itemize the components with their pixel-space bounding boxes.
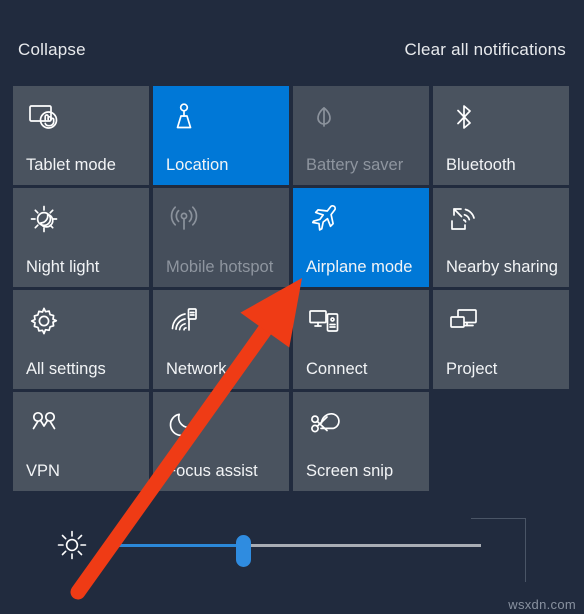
quick-action-tile-label: Mobile hotspot	[166, 258, 274, 276]
quick-action-tile-label: Connect	[306, 360, 368, 378]
action-center-header: Collapse Clear all notifications	[0, 30, 584, 70]
quick-action-tile-screen-snip[interactable]: Screen snip	[293, 392, 429, 491]
project-icon	[447, 304, 481, 338]
quick-actions-grid: Tablet mode Location Battery saver Bluetoot…	[13, 86, 571, 491]
quick-action-tile-vpn[interactable]: VPN	[13, 392, 149, 491]
brightness-slider[interactable]	[103, 533, 481, 567]
quick-action-tile-label: Bluetooth	[446, 156, 516, 174]
quick-action-tile-label: Project	[446, 360, 498, 378]
gear-icon	[27, 304, 61, 338]
quick-action-tile-label: All settings	[26, 360, 106, 378]
mobile-hotspot-icon	[167, 202, 201, 236]
quick-action-tile-label: Night light	[26, 258, 100, 276]
watermark: wsxdn.com	[508, 597, 576, 612]
airplane-mode-icon	[307, 202, 341, 236]
quick-action-tile-label: Airplane mode	[306, 258, 413, 276]
quick-action-tile-bluetooth[interactable]: Bluetooth	[433, 86, 569, 185]
screen-snip-icon	[307, 406, 341, 440]
quick-action-tile-network[interactable]: Network	[153, 290, 289, 389]
quick-action-tile-label: Battery saver	[306, 156, 404, 174]
vpn-icon	[27, 406, 61, 440]
quick-action-tile-connect[interactable]: Connect	[293, 290, 429, 389]
quick-action-tile-label: Focus assist	[166, 462, 258, 480]
night-light-icon	[27, 202, 61, 236]
quick-action-tile-nearby-sharing[interactable]: Nearby sharing	[433, 188, 569, 287]
brightness-control	[13, 515, 571, 575]
quick-action-tile-airplane-mode[interactable]: Airplane mode	[293, 188, 429, 287]
quick-action-tile-mobile-hotspot[interactable]: Mobile hotspot	[153, 188, 289, 287]
network-wifi-icon	[167, 304, 201, 338]
quick-action-tile-location[interactable]: Location	[153, 86, 289, 185]
quick-action-tile-label: VPN	[26, 462, 60, 480]
location-icon	[167, 100, 201, 134]
quick-action-tile-focus-assist[interactable]: Focus assist	[153, 392, 289, 491]
quick-action-tile-label: Network	[166, 360, 227, 378]
slider-thumb[interactable]	[235, 535, 251, 567]
nearby-sharing-icon	[447, 202, 481, 236]
clear-all-notifications-button[interactable]: Clear all notifications	[405, 40, 566, 60]
bluetooth-icon	[447, 100, 481, 134]
quick-action-tile-label: Location	[166, 156, 229, 174]
quick-action-tile-tablet-mode[interactable]: Tablet mode	[13, 86, 149, 185]
collapse-button[interactable]: Collapse	[18, 40, 86, 60]
focus-assist-icon	[167, 406, 201, 440]
quick-action-tile-label: Screen snip	[306, 462, 394, 480]
slider-fill	[103, 544, 243, 547]
quick-action-tile-night-light[interactable]: Night light	[13, 188, 149, 287]
brightness-sun-icon	[55, 528, 89, 562]
battery-saver-icon	[307, 100, 341, 134]
quick-action-tile-label: Tablet mode	[26, 156, 116, 174]
quick-action-tile-battery-saver[interactable]: Battery saver	[293, 86, 429, 185]
quick-action-tile-label: Nearby sharing	[446, 258, 558, 276]
connect-icon	[307, 304, 341, 338]
quick-action-tile-project[interactable]: Project	[433, 290, 569, 389]
tablet-mode-icon	[27, 100, 61, 134]
quick-action-tile-all-settings[interactable]: All settings	[13, 290, 149, 389]
